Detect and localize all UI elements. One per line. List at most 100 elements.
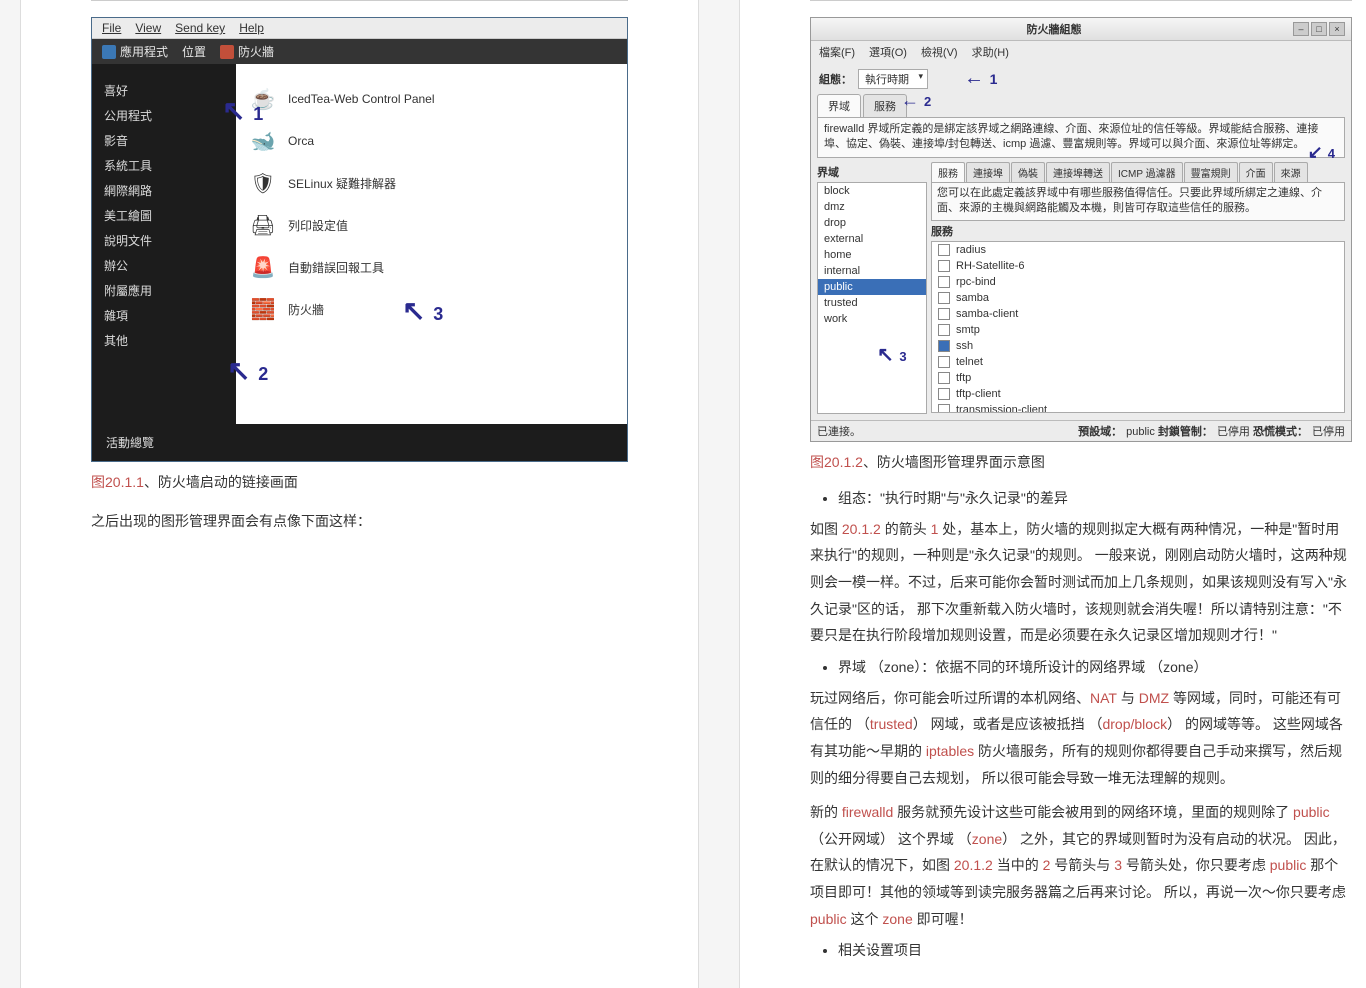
svctab-fwd[interactable]: 連接埠轉送 xyxy=(1046,162,1110,182)
checkbox-icon[interactable] xyxy=(938,244,950,256)
svctab-rich[interactable]: 豐富規則 xyxy=(1184,162,1238,182)
firewall-indicator[interactable]: 防火牆 xyxy=(220,43,274,60)
zone-item[interactable]: home xyxy=(818,247,926,263)
tab-zone[interactable]: 界域 xyxy=(817,94,861,117)
checkbox-icon[interactable] xyxy=(938,292,950,304)
svctab-icmp[interactable]: ICMP 過濾器 xyxy=(1111,162,1183,182)
app-icedtea[interactable]: ☕IcedTea-Web Control Panel xyxy=(246,78,617,120)
zone-list: block dmz drop external home internal pu… xyxy=(817,182,927,414)
zone-item[interactable]: internal xyxy=(818,263,926,279)
selinux-icon: 🛡 xyxy=(250,170,276,196)
figure-caption-2: 图20.1.2、防火墙图形管理界面示意图 xyxy=(810,452,1352,472)
menu-sendkey[interactable]: Send key xyxy=(175,21,225,35)
app-print[interactable]: 🖨列印設定值 xyxy=(246,204,617,246)
checkbox-icon[interactable] xyxy=(938,260,950,272)
menu-help[interactable]: Help xyxy=(239,21,264,35)
service-name: telnet xyxy=(956,356,983,368)
gnome-top-bar: 應用程式 位置 防火牆 xyxy=(92,39,627,64)
window-controls[interactable]: –□× xyxy=(1291,22,1345,36)
paragraph: 如图 20.1.2 的箭头 1 处，基本上，防火墙的规则拟定大概有两种情况，一种… xyxy=(810,516,1352,649)
zone-item[interactable]: block xyxy=(818,183,926,199)
cat-item[interactable]: 影音 xyxy=(104,128,224,153)
service-name: rpc-bind xyxy=(956,276,996,288)
svctab-masq[interactable]: 偽裝 xyxy=(1011,162,1045,182)
service-row[interactable]: rpc-bind xyxy=(932,274,1344,290)
service-row[interactable]: tftp xyxy=(932,370,1344,386)
checkbox-icon[interactable] xyxy=(938,388,950,400)
app-abrt[interactable]: 🚨自動錯誤回報工具 xyxy=(246,246,617,288)
zone-description: firewalld 界域所定義的是綁定該界域之網路連線、介面、來源位址的信任等級… xyxy=(817,117,1345,158)
app-orca[interactable]: 🐋Orca xyxy=(246,120,617,162)
apps-icon xyxy=(102,45,116,59)
menu-help[interactable]: 求助(H) xyxy=(972,44,1009,60)
menu-file[interactable]: File xyxy=(102,21,121,35)
left-column: File View Send key Help 應用程式 位置 防火牆 xyxy=(20,0,699,988)
minimize-icon[interactable]: – xyxy=(1293,22,1309,36)
zone-item[interactable]: trusted xyxy=(818,295,926,311)
zone-item[interactable]: work xyxy=(818,311,926,327)
cat-item[interactable]: 喜好 xyxy=(104,78,224,103)
cat-item[interactable]: 網際網路 xyxy=(104,178,224,203)
service-tabs: 服務 連接埠 偽裝 連接埠轉送 ICMP 過濾器 豐富規則 介面 來源 xyxy=(931,162,1345,182)
cat-item[interactable]: 辦公 xyxy=(104,253,224,278)
app-firewall[interactable]: 🧱防火牆 xyxy=(246,288,617,330)
paragraph: 玩过网络后，你可能会听过所谓的本机网络、NAT 与 DMZ 等网域，同时，可能还… xyxy=(810,685,1352,791)
category-list: 喜好 公用程式 影音 系統工具 網際網路 美工繪圖 說明文件 辦公 附屬應用 雜… xyxy=(92,64,236,424)
service-row[interactable]: smtp xyxy=(932,322,1344,338)
vm-menubar: File View Send key Help xyxy=(92,18,627,39)
menu-file[interactable]: 檔案(F) xyxy=(819,44,855,60)
service-row[interactable]: ssh xyxy=(932,338,1344,354)
svctab-service[interactable]: 服務 xyxy=(931,162,965,182)
window-title: 防火牆組態 xyxy=(817,21,1291,37)
service-row[interactable]: radius xyxy=(932,242,1344,258)
bullet: 组态："执行时期"与"永久记录"的差异 xyxy=(838,488,1352,508)
cat-item[interactable]: 系統工具 xyxy=(104,153,224,178)
zone-item-selected[interactable]: public xyxy=(818,279,926,295)
close-icon[interactable]: × xyxy=(1329,22,1345,36)
service-name: ssh xyxy=(956,340,973,352)
service-row[interactable]: RH-Satellite-6 xyxy=(932,258,1344,274)
places-button[interactable]: 位置 xyxy=(182,43,206,60)
alert-icon: 🚨 xyxy=(250,254,276,280)
menu-view[interactable]: View xyxy=(135,21,161,35)
zone-item[interactable]: drop xyxy=(818,215,926,231)
checkbox-icon[interactable] xyxy=(938,372,950,384)
menu-view[interactable]: 檢視(V) xyxy=(921,44,958,60)
config-label: 組態： xyxy=(819,71,852,87)
service-name: tftp xyxy=(956,372,971,384)
checkbox-icon[interactable] xyxy=(938,404,950,413)
activities-overview[interactable]: 活動總覽 xyxy=(92,424,627,461)
svctab-port[interactable]: 連接埠 xyxy=(966,162,1010,182)
cat-item[interactable]: 說明文件 xyxy=(104,228,224,253)
checkbox-icon[interactable] xyxy=(938,276,950,288)
checkbox-icon[interactable] xyxy=(938,340,950,352)
cat-item[interactable]: 雜項 xyxy=(104,303,224,328)
zone-item[interactable]: external xyxy=(818,231,926,247)
cat-item[interactable]: 附屬應用 xyxy=(104,278,224,303)
checkbox-icon[interactable] xyxy=(938,308,950,320)
screenshot-gnome-menu: File View Send key Help 應用程式 位置 防火牆 xyxy=(91,17,628,462)
cat-item[interactable]: 其他 xyxy=(104,328,224,353)
cat-item[interactable]: 公用程式 xyxy=(104,103,224,128)
service-name: transmission-client xyxy=(956,404,1047,413)
zone-item[interactable]: dmz xyxy=(818,199,926,215)
app-selinux[interactable]: 🛡SELinux 疑難排解器 xyxy=(246,162,617,204)
service-row[interactable]: transmission-client xyxy=(932,402,1344,413)
bullet: 界域 （zone）：依据不同的环境所设计的网络界域 （zone） xyxy=(838,657,1352,677)
checkbox-icon[interactable] xyxy=(938,324,950,336)
svctab-if[interactable]: 介面 xyxy=(1239,162,1273,182)
config-select[interactable]: 執行時期 xyxy=(858,69,928,89)
checkbox-icon[interactable] xyxy=(938,356,950,368)
svctab-src[interactable]: 來源 xyxy=(1274,162,1308,182)
maximize-icon[interactable]: □ xyxy=(1311,22,1327,36)
cat-item[interactable]: 美工繪圖 xyxy=(104,203,224,228)
java-icon: ☕ xyxy=(250,86,276,112)
tab-service[interactable]: 服務 xyxy=(863,94,907,117)
applications-button[interactable]: 應用程式 xyxy=(102,43,168,60)
menu-options[interactable]: 選項(O) xyxy=(869,44,907,60)
service-row[interactable]: tftp-client xyxy=(932,386,1344,402)
service-row[interactable]: samba-client xyxy=(932,306,1344,322)
service-row[interactable]: telnet xyxy=(932,354,1344,370)
paragraph: 之后出现的图形管理界面会有点像下面这样： xyxy=(91,508,628,535)
service-row[interactable]: samba xyxy=(932,290,1344,306)
